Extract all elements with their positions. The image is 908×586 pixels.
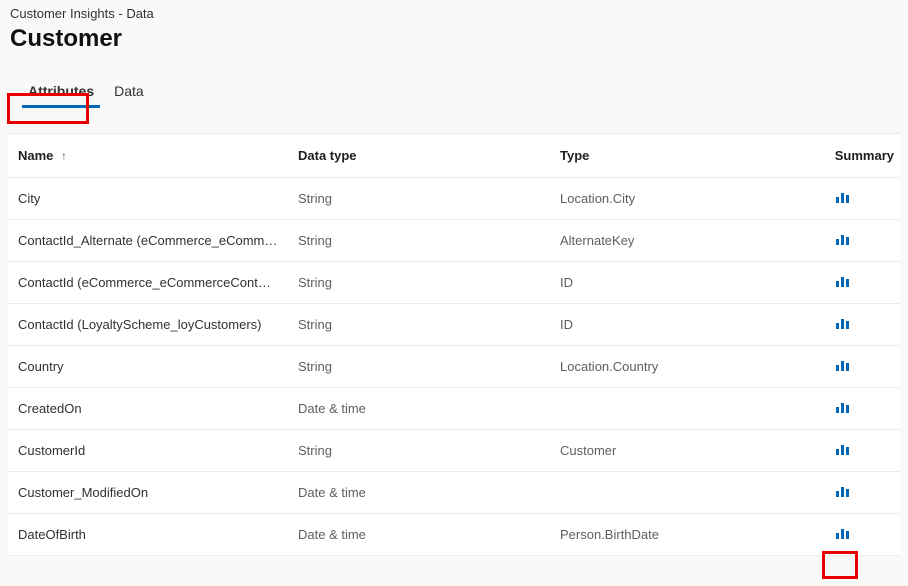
cell-datatype: String [288, 220, 550, 262]
cell-summary [824, 514, 900, 556]
cell-name: DateOfBirth [8, 514, 288, 556]
cell-name: Customer_ModifiedOn [8, 472, 288, 514]
cell-summary [824, 472, 900, 514]
table-row: CustomerIdStringCustomer [8, 430, 900, 472]
cell-datatype: String [288, 304, 550, 346]
cell-name: CreatedOn [8, 388, 288, 430]
attributes-table: Name ↑ Data type Type Summary CityString… [8, 134, 900, 556]
cell-datatype: Date & time [288, 388, 550, 430]
cell-name: ContactId (LoyaltyScheme_loyCustomers) [8, 304, 288, 346]
table-row: CreatedOnDate & time [8, 388, 900, 430]
column-header-datatype[interactable]: Data type [288, 134, 550, 178]
cell-summary [824, 388, 900, 430]
cell-type: AlternateKey [550, 220, 824, 262]
cell-datatype: String [288, 346, 550, 388]
cell-summary [824, 346, 900, 388]
cell-name: ContactId (eCommerce_eCommerceContacts) [8, 262, 288, 304]
cell-name: ContactId_Alternate (eCommerce_eCommerce… [8, 220, 288, 262]
cell-name: Country [8, 346, 288, 388]
table-row: ContactId (LoyaltyScheme_loyCustomers)St… [8, 304, 900, 346]
cell-type: Location.City [550, 178, 824, 220]
cell-datatype: Date & time [288, 514, 550, 556]
cell-summary [824, 262, 900, 304]
summary-chart-icon[interactable] [836, 317, 850, 329]
cell-summary [824, 220, 900, 262]
cell-datatype: Date & time [288, 472, 550, 514]
cell-type: Customer [550, 430, 824, 472]
summary-chart-icon[interactable] [836, 191, 850, 203]
cell-type [550, 472, 824, 514]
table-row: DateOfBirthDate & timePerson.BirthDate [8, 514, 900, 556]
column-header-summary[interactable]: Summary [824, 134, 900, 178]
cell-datatype: String [288, 262, 550, 304]
table-row: CountryStringLocation.Country [8, 346, 900, 388]
cell-type: Location.Country [550, 346, 824, 388]
column-header-name[interactable]: Name ↑ [8, 134, 288, 178]
table-row: CityStringLocation.City [8, 178, 900, 220]
summary-chart-icon[interactable] [836, 401, 850, 413]
tab-data[interactable]: Data [104, 77, 154, 105]
summary-chart-icon[interactable] [836, 233, 850, 245]
cell-type: ID [550, 262, 824, 304]
summary-chart-icon[interactable] [836, 527, 850, 539]
breadcrumb[interactable]: Customer Insights - Data [10, 6, 898, 21]
column-header-type[interactable]: Type [550, 134, 824, 178]
summary-chart-icon[interactable] [836, 443, 850, 455]
cell-type [550, 388, 824, 430]
table-row: ContactId_Alternate (eCommerce_eCommerce… [8, 220, 900, 262]
cell-type: ID [550, 304, 824, 346]
cell-datatype: String [288, 178, 550, 220]
cell-name: CustomerId [8, 430, 288, 472]
cell-datatype: String [288, 430, 550, 472]
cell-summary [824, 304, 900, 346]
cell-type: Person.BirthDate [550, 514, 824, 556]
cell-summary [824, 430, 900, 472]
summary-chart-icon[interactable] [836, 485, 850, 497]
table-row: ContactId (eCommerce_eCommerceContacts)S… [8, 262, 900, 304]
column-header-name-label: Name [18, 148, 53, 163]
table-row: Customer_ModifiedOnDate & time [8, 472, 900, 514]
table-header-row: Name ↑ Data type Type Summary [8, 134, 900, 178]
tab-attributes[interactable]: Attributes [18, 77, 104, 105]
cell-name: City [8, 178, 288, 220]
sort-ascending-icon: ↑ [61, 149, 67, 163]
summary-chart-icon[interactable] [836, 359, 850, 371]
page-title: Customer [10, 25, 898, 53]
summary-chart-icon[interactable] [836, 275, 850, 287]
cell-summary [824, 178, 900, 220]
